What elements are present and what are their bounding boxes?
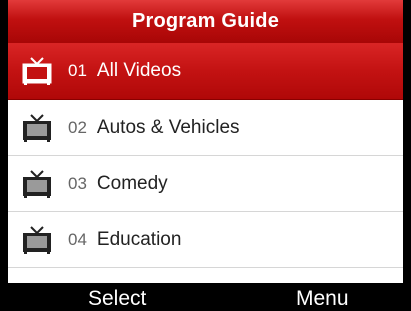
item-number: 03 (68, 173, 87, 193)
item-label: Education (96, 228, 182, 250)
tv-icon (23, 225, 51, 254)
item-number: 02 (68, 117, 87, 137)
program-list: 01 All Videos 02 Autos & Vehicles 03 Com… (8, 43, 403, 283)
title-bar: Program Guide (8, 0, 403, 43)
select-softkey[interactable]: Select (88, 287, 146, 311)
tv-icon (22, 57, 52, 85)
item-label: Autos & Vehicles (96, 116, 240, 138)
tv-icon (23, 113, 51, 142)
item-label: Comedy (96, 172, 168, 194)
item-number: 01 (68, 61, 87, 80)
softkey-bar: Select Menu (0, 283, 411, 311)
list-item[interactable]: 01 All Videos (8, 43, 403, 100)
list-item[interactable]: 03 Comedy (8, 156, 403, 212)
item-label: All Videos (96, 60, 182, 81)
page-title: Program Guide (131, 10, 280, 32)
item-number: 04 (68, 229, 87, 249)
tv-icon (23, 169, 51, 198)
list-item[interactable]: 04 Education (8, 212, 403, 268)
menu-softkey[interactable]: Menu (296, 287, 349, 311)
phone-screen: Program Guide 01 All Videos 02 Autos & V… (0, 0, 411, 311)
list-item[interactable]: 02 Autos & Vehicles (8, 100, 403, 156)
